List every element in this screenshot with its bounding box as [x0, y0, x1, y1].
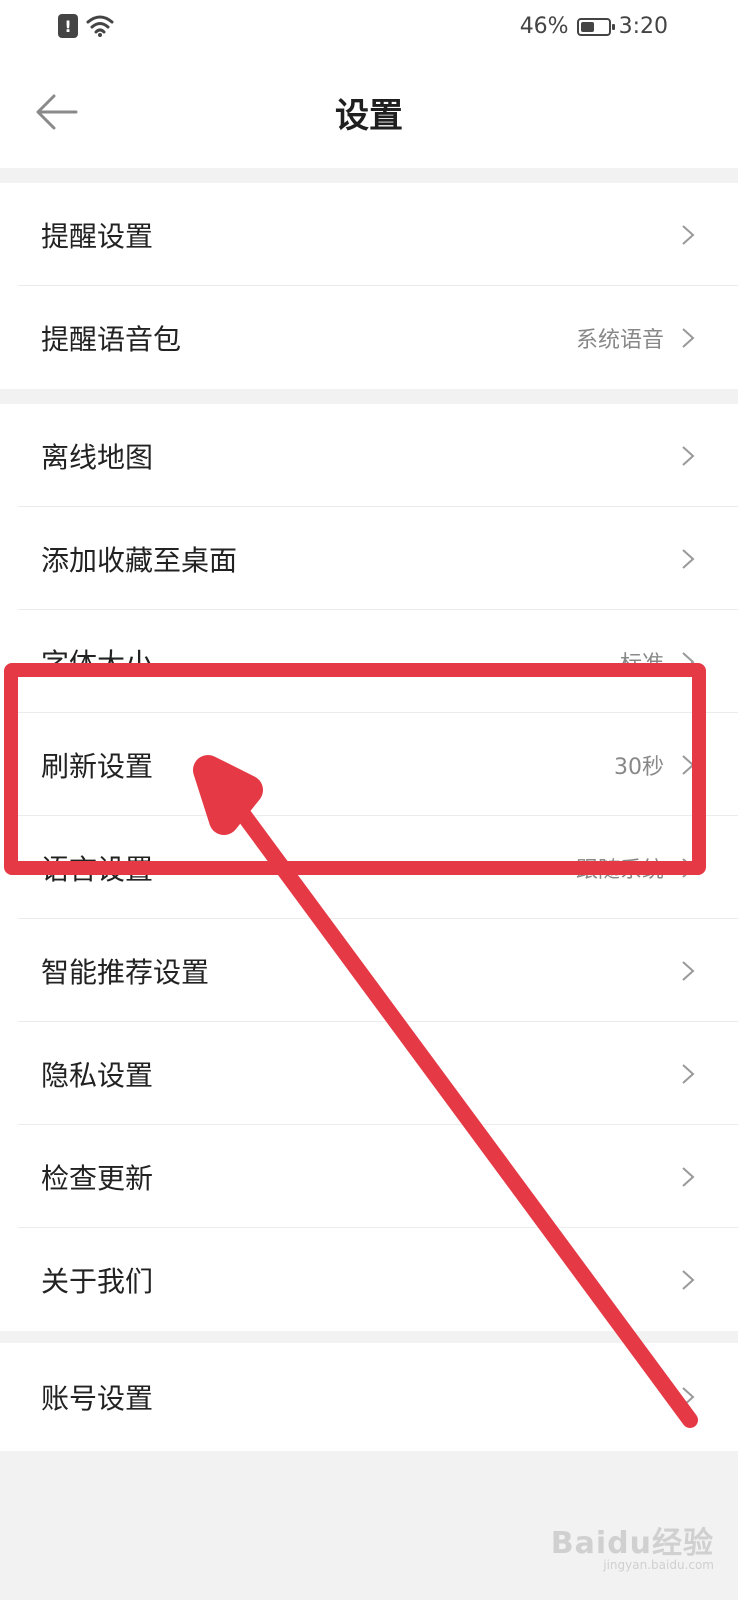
row-label: 关于我们 — [41, 1264, 154, 1298]
row-value: 30秒 — [614, 754, 664, 780]
settings-row-account[interactable]: 账号设置 — [0, 1343, 738, 1451]
settings-row-offline-map[interactable]: 离线地图 — [0, 404, 738, 507]
row-label: 提醒设置 — [41, 219, 154, 253]
row-value: 系统语音 — [575, 327, 664, 353]
settings-row-language[interactable]: 语言设置 跟随系统 — [0, 816, 738, 919]
status-left: ! — [58, 14, 114, 38]
row-label: 刷新设置 — [41, 749, 154, 783]
watermark-brand: Baidu经验 — [550, 1526, 714, 1561]
row-value: 跟随系统 — [575, 857, 664, 883]
row-label: 字体大小 — [41, 646, 154, 680]
chevron-right-icon — [678, 1166, 698, 1187]
row-label: 智能推荐设置 — [41, 955, 210, 989]
chevron-right-icon — [678, 1063, 698, 1084]
settings-row-font-size[interactable]: 字体大小 标准 — [0, 610, 738, 713]
battery-percent: 46% — [519, 14, 569, 39]
settings-group-3: 账号设置 — [0, 1343, 738, 1451]
chevron-right-icon — [678, 445, 698, 466]
chevron-right-icon — [678, 857, 698, 878]
settings-row-about-us[interactable]: 关于我们 — [0, 1228, 738, 1331]
header: 设置 — [0, 58, 738, 168]
battery-icon — [576, 17, 615, 36]
settings-row-smart-recommend[interactable]: 智能推荐设置 — [0, 919, 738, 1022]
settings-row-reminder[interactable]: 提醒设置 — [0, 183, 738, 286]
chevron-right-icon — [678, 1269, 698, 1290]
row-label: 添加收藏至桌面 — [41, 543, 238, 577]
settings-row-voice-pack[interactable]: 提醒语音包 系统语音 — [0, 286, 738, 389]
row-label: 隐私设置 — [41, 1058, 154, 1092]
settings-row-add-favorite-desktop[interactable]: 添加收藏至桌面 — [0, 507, 738, 610]
watermark: Baidu经验 jingyan.baidu.com — [551, 1518, 714, 1572]
chevron-right-icon — [678, 960, 698, 981]
row-label: 检查更新 — [41, 1161, 154, 1195]
settings-group-1: 提醒设置 提醒语音包 系统语音 — [0, 183, 738, 389]
row-value: 标准 — [619, 651, 664, 677]
settings-row-check-update[interactable]: 检查更新 — [0, 1125, 738, 1228]
wifi-icon — [86, 15, 114, 37]
alert-icon: ! — [58, 14, 78, 38]
status-right: 46% 3:20 — [520, 14, 668, 39]
row-label: 账号设置 — [41, 1382, 154, 1415]
chevron-right-icon — [678, 651, 698, 672]
status-bar: ! 46% 3:20 — [0, 0, 738, 58]
settings-row-refresh[interactable]: 刷新设置 30秒 — [0, 713, 738, 816]
chevron-right-icon — [678, 754, 698, 775]
row-label: 离线地图 — [41, 440, 154, 474]
chevron-right-icon — [678, 548, 698, 569]
chevron-right-icon — [678, 224, 698, 245]
settings-group-2: 离线地图 添加收藏至桌面 字体大小 标准 刷新设置 30秒 语言设置 跟随系统 … — [0, 404, 738, 1331]
clock: 3:20 — [618, 14, 668, 39]
chevron-right-icon — [678, 327, 698, 348]
chevron-right-icon — [678, 1387, 698, 1407]
row-label: 语言设置 — [41, 852, 154, 886]
settings-row-privacy[interactable]: 隐私设置 — [0, 1022, 738, 1125]
page-title: 设置 — [335, 96, 403, 136]
row-label: 提醒语音包 — [41, 322, 182, 356]
battery-fill — [580, 21, 595, 32]
